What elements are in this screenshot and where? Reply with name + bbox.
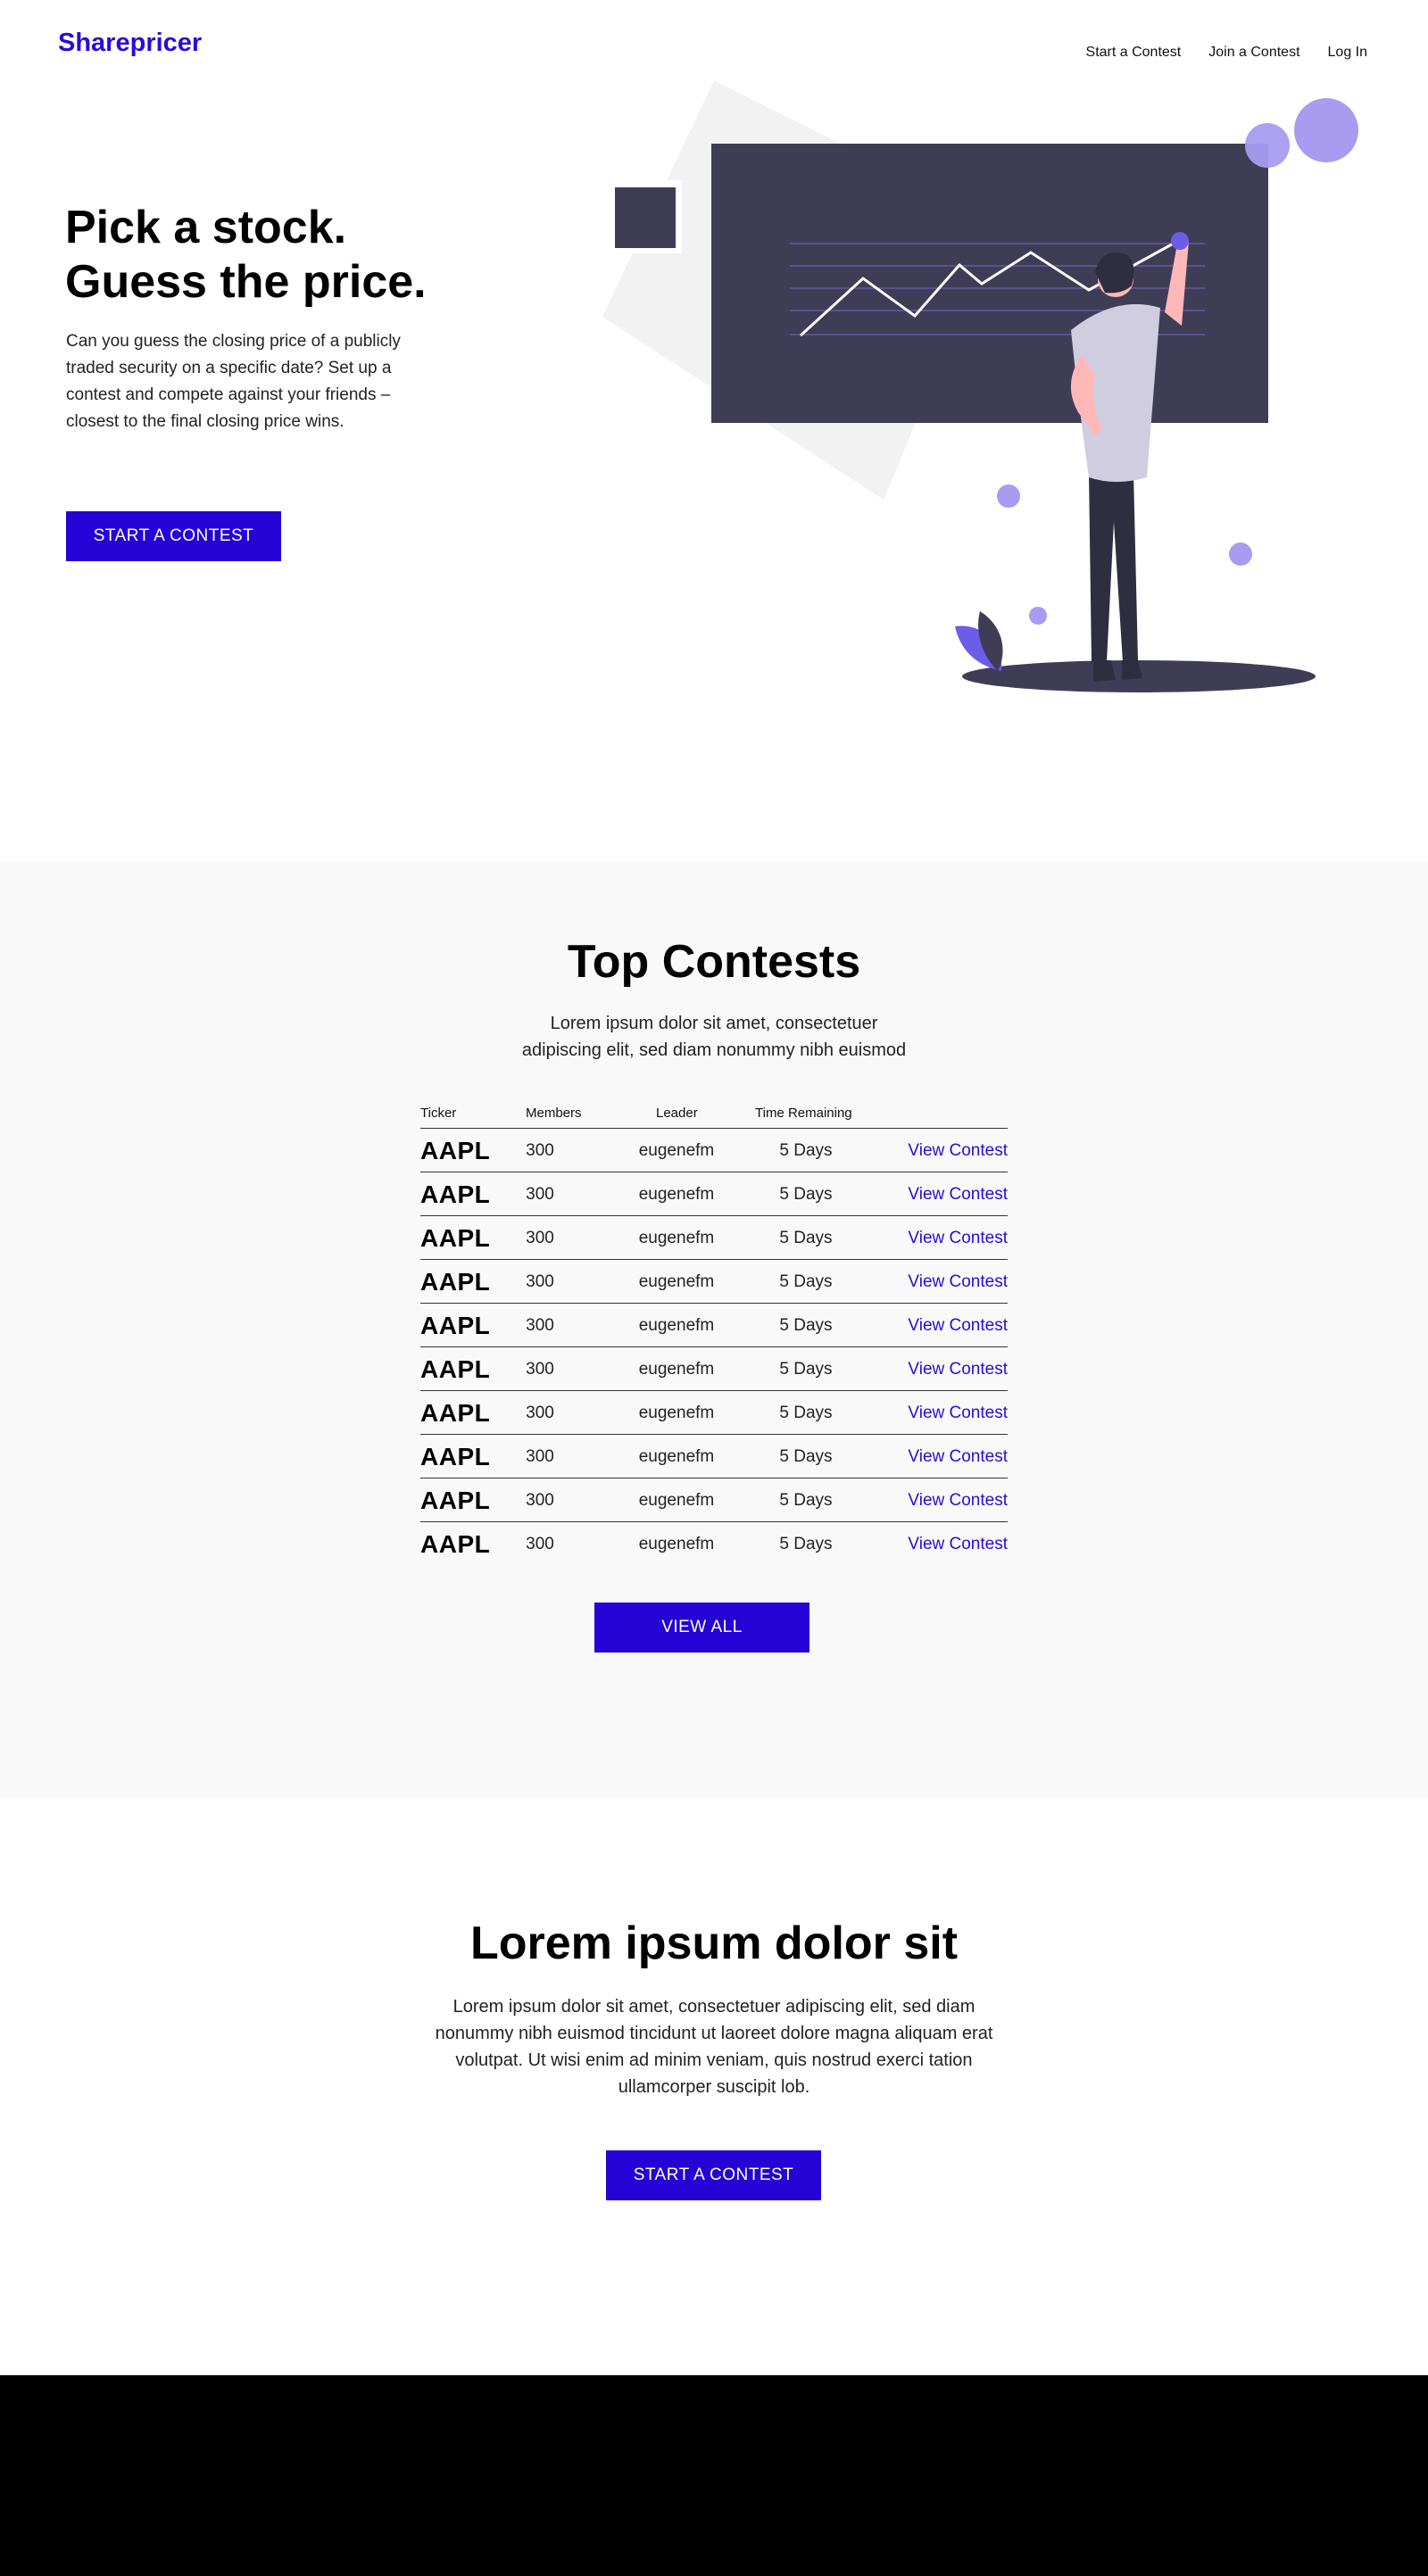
circle-medium bbox=[1245, 123, 1290, 168]
ticker-cell: AAPL bbox=[420, 1530, 491, 1558]
top-contests-section: Top Contests Lorem ipsum dolor sit amet,… bbox=[0, 861, 1428, 1798]
column-header-time-remaining: Time Remaining bbox=[755, 1106, 852, 1121]
time-remaining-cell: 5 Days bbox=[779, 1535, 833, 1553]
leader-cell: eugenefm bbox=[638, 1141, 715, 1160]
time-remaining-cell: 5 Days bbox=[779, 1229, 833, 1247]
hero-title-line-2: Guess the price. bbox=[65, 256, 427, 309]
table-header: Ticker Members Leader Time Remaining bbox=[420, 1102, 1008, 1129]
table-row: AAPL 300 eugenefm 5 Days View Contest bbox=[420, 1216, 1008, 1260]
table-row: AAPL 300 eugenefm 5 Days View Contest bbox=[420, 1522, 1008, 1566]
members-cell: 300 bbox=[526, 1404, 554, 1422]
time-remaining-cell: 5 Days bbox=[779, 1447, 833, 1466]
circle-small-1 bbox=[997, 485, 1020, 508]
nav-log-in[interactable]: Log In bbox=[1328, 45, 1367, 61]
top-contests-subtitle: Lorem ipsum dolor sit amet, consectetuer… bbox=[521, 1014, 907, 1060]
view-contest-link[interactable]: View Contest bbox=[908, 1435, 1008, 1479]
leader-cell: eugenefm bbox=[638, 1360, 715, 1379]
circle-small-2 bbox=[1229, 543, 1252, 566]
table-row: AAPL 300 eugenefm 5 Days View Contest bbox=[420, 1391, 1008, 1435]
table-body: AAPL 300 eugenefm 5 Days View Contest AAPL 300… bbox=[420, 1129, 1008, 1566]
table-row: AAPL 300 eugenefm 5 Days View Contest bbox=[420, 1260, 1008, 1304]
members-cell: 300 bbox=[526, 1272, 554, 1291]
ticker-cell: AAPL bbox=[420, 1487, 491, 1514]
view-contest-link[interactable]: View Contest bbox=[908, 1304, 1008, 1347]
table-row: AAPL 300 eugenefm 5 Days View Contest bbox=[420, 1129, 1008, 1172]
leader-cell: eugenefm bbox=[638, 1491, 715, 1510]
start-contest-button-secondary[interactable]: START A CONTEST bbox=[606, 2150, 821, 2200]
lorem-section-title: Lorem ipsum dolor sit bbox=[469, 1918, 959, 1969]
lorem-section-text: Lorem ipsum dolor sit amet, consectetuer… bbox=[435, 1997, 993, 2097]
column-header-leader: Leader bbox=[656, 1106, 698, 1121]
view-contest-link[interactable]: View Contest bbox=[908, 1391, 1008, 1435]
members-cell: 300 bbox=[526, 1535, 554, 1553]
main-nav: Start a Contest Join a Contest Log In bbox=[1086, 45, 1367, 61]
time-remaining-cell: 5 Days bbox=[779, 1272, 833, 1291]
time-remaining-cell: 5 Days bbox=[779, 1491, 833, 1510]
table-row: AAPL 300 eugenefm 5 Days View Contest bbox=[420, 1304, 1008, 1347]
leader-cell: eugenefm bbox=[638, 1185, 715, 1204]
hero-title: Pick a stock. Guess the price. bbox=[65, 201, 529, 311]
site-footer bbox=[0, 2375, 1428, 2576]
view-contest-link[interactable]: View Contest bbox=[908, 1479, 1008, 1522]
table-row: AAPL 300 eugenefm 5 Days View Contest bbox=[420, 1435, 1008, 1479]
stock-chart-illustration bbox=[602, 80, 1358, 692]
hero-description: Can you guess the closing price of a pub… bbox=[66, 332, 401, 431]
ticker-cell: AAPL bbox=[420, 1355, 491, 1383]
ticker-cell: AAPL bbox=[420, 1443, 491, 1470]
time-remaining-cell: 5 Days bbox=[779, 1185, 833, 1204]
contests-table: Ticker Members Leader Time Remaining AAP… bbox=[420, 1102, 1008, 1566]
ticker-cell: AAPL bbox=[420, 1180, 491, 1208]
view-contest-link[interactable]: View Contest bbox=[908, 1129, 1008, 1172]
leader-cell: eugenefm bbox=[638, 1447, 715, 1466]
members-cell: 300 bbox=[526, 1185, 554, 1204]
leader-cell: eugenefm bbox=[638, 1272, 715, 1291]
leader-cell: eugenefm bbox=[638, 1404, 715, 1422]
leader-cell: eugenefm bbox=[638, 1229, 715, 1247]
time-remaining-cell: 5 Days bbox=[779, 1404, 833, 1422]
circle-large bbox=[1294, 98, 1358, 162]
members-cell: 300 bbox=[526, 1360, 554, 1379]
nav-join-contest[interactable]: Join a Contest bbox=[1208, 45, 1299, 61]
time-remaining-cell: 5 Days bbox=[779, 1360, 833, 1379]
view-contest-link[interactable]: View Contest bbox=[908, 1260, 1008, 1304]
view-contest-link[interactable]: View Contest bbox=[908, 1216, 1008, 1260]
view-contest-link[interactable]: View Contest bbox=[908, 1522, 1008, 1566]
nav-start-contest[interactable]: Start a Contest bbox=[1086, 45, 1182, 61]
view-contest-link[interactable]: View Contest bbox=[908, 1172, 1008, 1216]
circle-small-3 bbox=[1029, 607, 1047, 625]
ticker-cell: AAPL bbox=[420, 1399, 491, 1427]
hero-title-line-1: Pick a stock. bbox=[65, 202, 347, 253]
ticker-cell: AAPL bbox=[420, 1224, 491, 1252]
ticker-cell: AAPL bbox=[420, 1312, 491, 1339]
leader-cell: eugenefm bbox=[638, 1535, 715, 1553]
view-contest-link[interactable]: View Contest bbox=[908, 1347, 1008, 1391]
table-row: AAPL 300 eugenefm 5 Days View Contest bbox=[420, 1172, 1008, 1216]
leader-cell: eugenefm bbox=[638, 1316, 715, 1335]
logo[interactable]: Sharepricer bbox=[58, 29, 202, 58]
top-contests-title: Top Contests bbox=[567, 936, 861, 988]
start-contest-button[interactable]: START A CONTEST bbox=[66, 511, 281, 561]
view-all-button[interactable]: VIEW ALL bbox=[594, 1603, 809, 1652]
time-remaining-cell: 5 Days bbox=[779, 1141, 833, 1160]
ticker-cell: AAPL bbox=[420, 1137, 491, 1164]
time-remaining-cell: 5 Days bbox=[779, 1316, 833, 1335]
members-cell: 300 bbox=[526, 1316, 554, 1335]
members-cell: 300 bbox=[526, 1229, 554, 1247]
table-row: AAPL 300 eugenefm 5 Days View Contest bbox=[420, 1479, 1008, 1522]
members-cell: 300 bbox=[526, 1491, 554, 1510]
table-row: AAPL 300 eugenefm 5 Days View Contest bbox=[420, 1347, 1008, 1391]
column-header-members: Members bbox=[526, 1106, 582, 1121]
members-cell: 300 bbox=[526, 1447, 554, 1466]
ticker-cell: AAPL bbox=[420, 1268, 491, 1296]
picture-frame-inner bbox=[615, 187, 676, 248]
column-header-ticker: Ticker bbox=[420, 1106, 457, 1121]
members-cell: 300 bbox=[526, 1141, 554, 1160]
